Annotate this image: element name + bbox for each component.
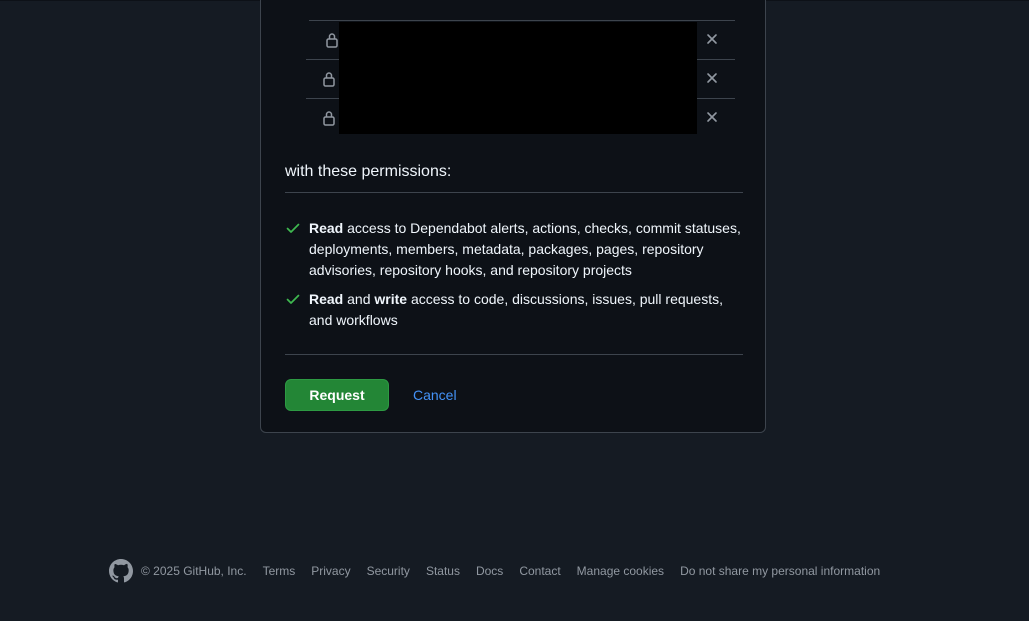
permission-request-card: with these permissions: Read access to D… <box>260 0 766 433</box>
permission-item: Read and write access to code, discussio… <box>285 289 745 331</box>
permission-item: Read access to Dependabot alerts, action… <box>285 218 745 281</box>
footer-link-status[interactable]: Status <box>426 564 460 578</box>
divider <box>285 192 743 193</box>
permission-text: Read access to Dependabot alerts, action… <box>309 218 745 281</box>
github-mark-icon[interactable] <box>109 559 133 583</box>
footer-link-terms[interactable]: Terms <box>263 564 296 578</box>
remove-repository-x-icon[interactable] <box>703 69 721 87</box>
permission-level: Read <box>309 291 344 307</box>
permission-scope: access to Dependabot alerts, actions, ch… <box>309 220 741 278</box>
lock-icon <box>325 31 339 49</box>
permission-level: Read <box>309 220 344 236</box>
copyright-text: © 2025 GitHub, Inc. <box>141 564 247 578</box>
remove-repository-x-icon[interactable] <box>703 108 721 126</box>
divider <box>285 354 743 355</box>
permission-level-write: write <box>374 291 408 307</box>
request-button[interactable]: Request <box>285 379 389 411</box>
footer-link-security[interactable]: Security <box>367 564 410 578</box>
footer-link-privacy[interactable]: Privacy <box>311 564 350 578</box>
footer-link-docs[interactable]: Docs <box>476 564 503 578</box>
footer-link-contact[interactable]: Contact <box>519 564 560 578</box>
lock-icon <box>322 109 336 127</box>
footer-link-do-not-share[interactable]: Do not share my personal information <box>680 564 880 578</box>
redacted-repository-names <box>339 22 697 134</box>
check-icon <box>285 220 301 236</box>
cancel-link[interactable]: Cancel <box>413 387 457 403</box>
permission-conjunction: and <box>343 291 375 307</box>
permissions-heading: with these permissions: <box>285 163 452 180</box>
remove-repository-x-icon[interactable] <box>703 30 721 48</box>
permission-text: Read and write access to code, discussio… <box>309 289 745 331</box>
footer-link-manage-cookies[interactable]: Manage cookies <box>577 564 664 578</box>
lock-icon <box>322 70 336 88</box>
check-icon <box>285 291 301 307</box>
site-footer: © 2025 GitHub, Inc. Terms Privacy Securi… <box>109 559 880 583</box>
